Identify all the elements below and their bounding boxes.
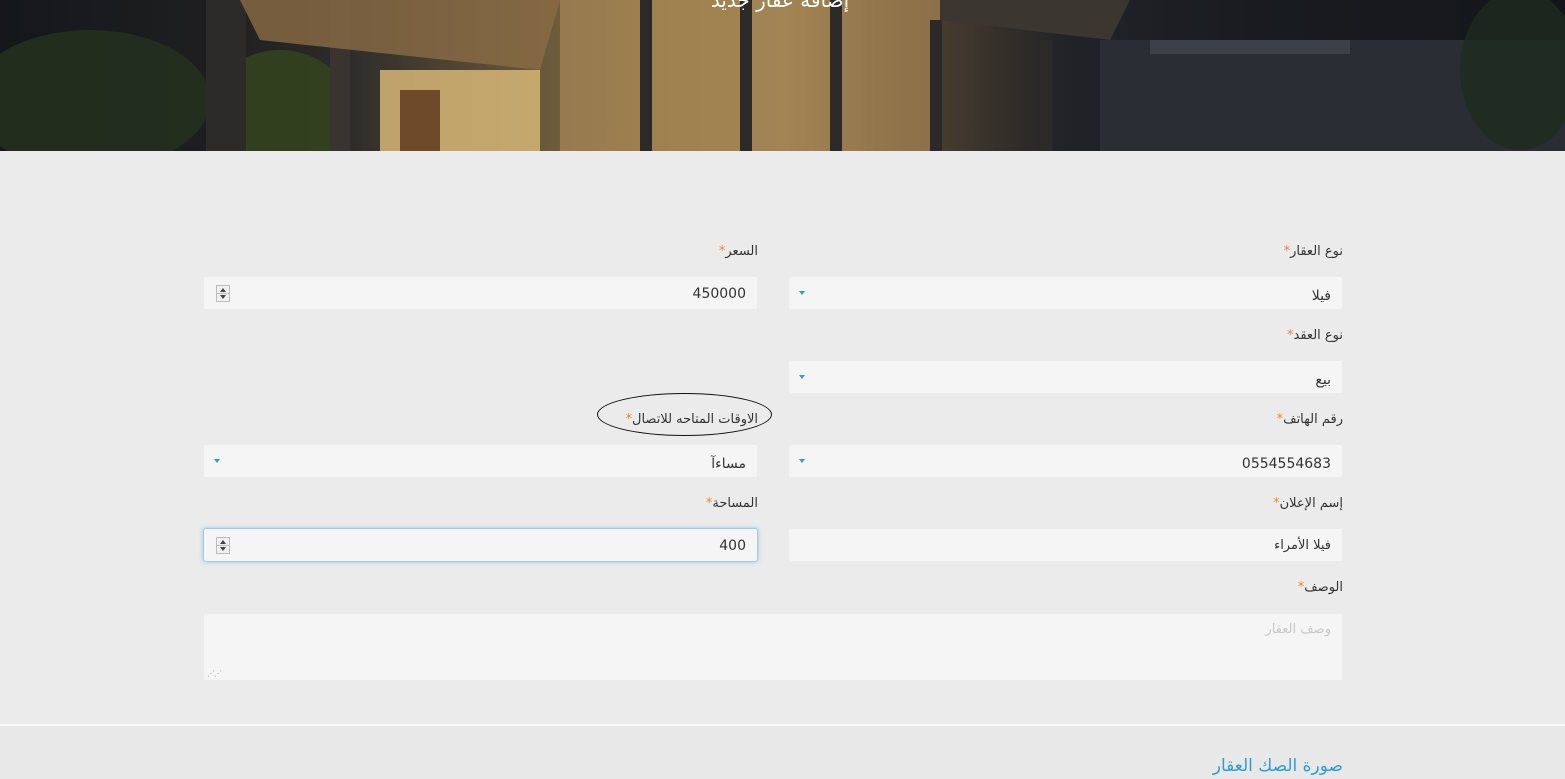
phone-label: رقم الهاتف* [1276, 412, 1343, 427]
highlight-ellipse-annotation [597, 393, 772, 436]
ad-name-input[interactable]: فيلا الأمراء [788, 528, 1343, 562]
area-value: 400 [719, 538, 746, 554]
chevron-down-icon [799, 459, 805, 463]
hero-house-image [0, 0, 1565, 151]
ad-name-value: فيلا الأمراء [1274, 538, 1331, 553]
contract-type-label: نوع العقد* [1287, 328, 1343, 343]
ad-name-label: إسم الإعلان* [1273, 496, 1343, 511]
property-type-label: نوع العقار* [1283, 244, 1343, 259]
phone-select[interactable]: 0554554683 [788, 444, 1343, 478]
resize-grip-icon[interactable]: ⋰⋰ [207, 669, 222, 678]
contact-times-value: مساءآ [711, 456, 746, 472]
chevron-down-icon [799, 375, 805, 379]
area-input[interactable]: 400 [203, 528, 758, 562]
hero-banner: إضافة عقار جديد [0, 0, 1565, 151]
price-label: السعر* [718, 244, 758, 259]
contract-type-value: بيع [1315, 372, 1331, 388]
hero-title: إضافة عقار جديد [710, 0, 850, 12]
property-type-select[interactable]: فيلا [788, 276, 1343, 310]
price-value: 450000 [692, 286, 746, 302]
chevron-down-icon [799, 291, 805, 295]
phone-value: 0554554683 [1241, 456, 1331, 472]
contact-times-select[interactable]: مساءآ [203, 444, 758, 478]
description-placeholder: وصف العقار [1265, 622, 1331, 637]
price-input[interactable]: 450000 [203, 276, 758, 310]
area-label: المساحة* [705, 496, 758, 511]
chevron-down-icon [214, 459, 220, 463]
description-textarea[interactable]: وصف العقار ⋰⋰ [203, 613, 1343, 681]
property-type-value: فيلا [1311, 288, 1331, 304]
description-label: الوصف* [1297, 580, 1343, 595]
number-spinner-icon[interactable] [216, 537, 230, 554]
number-spinner-icon[interactable] [216, 285, 230, 302]
deed-section-title: صورة الصك العقار [1212, 756, 1343, 776]
contract-type-select[interactable]: بيع [788, 360, 1343, 394]
